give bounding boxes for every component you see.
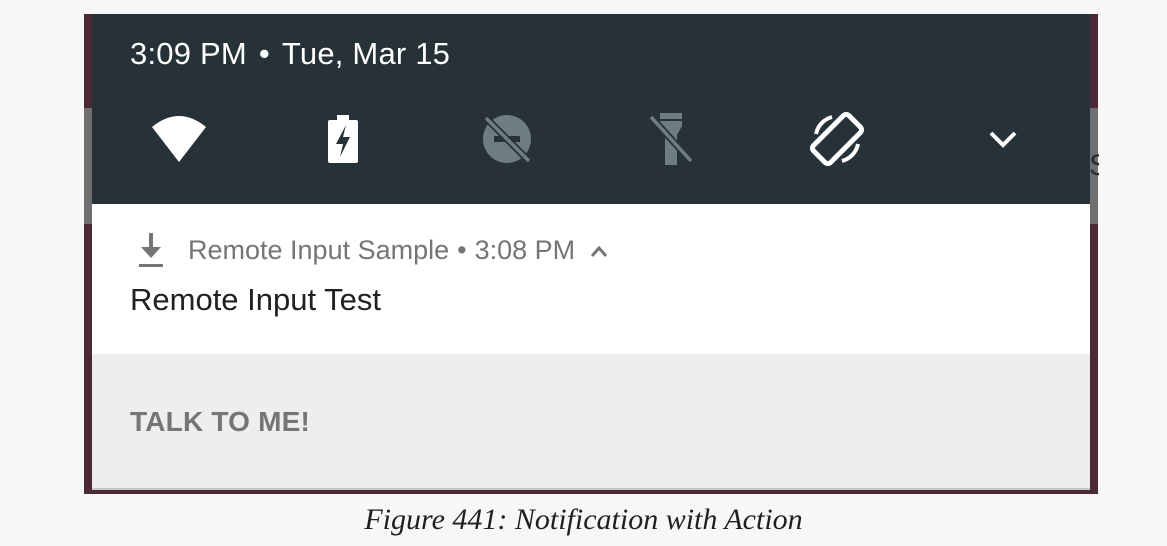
notification-actions: TALK TO ME! [92, 354, 1090, 488]
auto-rotate-icon [809, 111, 865, 167]
download-icon [139, 233, 163, 267]
wifi-icon [152, 116, 206, 162]
notification-time: 3:08 PM [474, 234, 576, 265]
notification-card[interactable]: Remote Input Sample • 3:08 PM Remote Inp… [92, 204, 1090, 354]
auto-rotate-tile[interactable] [802, 106, 872, 172]
do-not-disturb-off-icon [483, 115, 532, 164]
flashlight-tile[interactable] [636, 106, 706, 172]
battery-tile[interactable] [308, 106, 378, 172]
battery-charging-icon [328, 115, 358, 163]
notification-header-separator: • [457, 234, 467, 265]
status-separator: • [258, 36, 270, 71]
talk-to-me-button[interactable]: TALK TO ME! [130, 402, 310, 442]
wifi-tile[interactable] [144, 106, 214, 172]
status-time-row: 3:09 PM • Tue, Mar 15 [130, 36, 450, 72]
notification-shade: 3:09 PM • Tue, Mar 15 [92, 14, 1090, 204]
quick-settings-row [92, 106, 1090, 172]
dnd-tile[interactable] [472, 106, 542, 172]
status-date: Tue, Mar 15 [281, 36, 451, 71]
flashlight-off-icon [648, 113, 694, 165]
chevron-down-icon [989, 131, 1017, 148]
left-edge-strip [84, 108, 92, 224]
figure-caption: Figure 441: Notification with Action [364, 503, 803, 536]
notification-app-name: Remote Input Sample [188, 234, 450, 265]
notification-title: Remote Input Test [130, 282, 382, 317]
chevron-up-icon[interactable] [589, 243, 609, 259]
actions-divider [92, 488, 1090, 490]
status-time: 3:09 PM [130, 36, 247, 71]
notification-header: Remote Input Sample • 3:08 PM [136, 230, 609, 270]
expand-quick-settings-button[interactable] [968, 106, 1038, 172]
background-text-fragment: S [1089, 146, 1099, 186]
